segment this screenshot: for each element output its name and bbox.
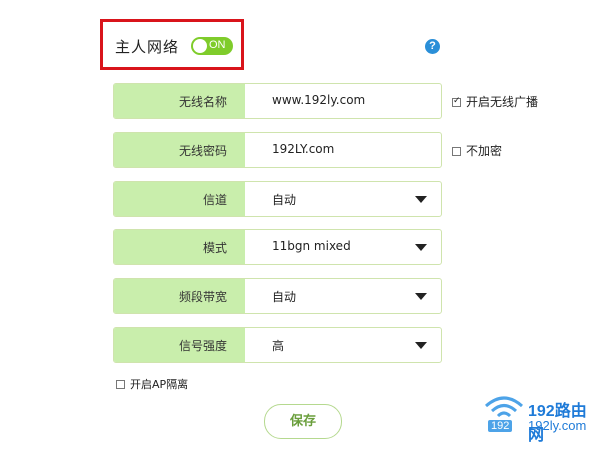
chevron-down-icon[interactable] xyxy=(415,293,427,300)
bandwidth-select[interactable]: 频段带宽 自动 xyxy=(113,278,442,314)
channel-select[interactable]: 信道 自动 xyxy=(113,181,442,217)
ssid-input[interactable]: www.192ly.com xyxy=(272,93,365,107)
chevron-down-icon[interactable] xyxy=(415,196,427,203)
signal-strength-select[interactable]: 信号强度 高 xyxy=(113,327,442,363)
question-circle-icon[interactable]: ? xyxy=(425,39,440,54)
wifi-icon xyxy=(485,396,523,418)
ssid-label-cell: 无线名称 xyxy=(114,84,245,118)
password-label-cell: 无线密码 xyxy=(114,133,245,167)
ap-isolation-checkbox[interactable] xyxy=(116,380,125,389)
password-row: 无线密码 192LY.com xyxy=(113,132,442,168)
section-title: 主人网络 xyxy=(115,38,180,56)
bandwidth-label-cell: 频段带宽 xyxy=(114,279,245,313)
broadcast-label: 开启无线广播 xyxy=(466,95,539,109)
highlight-box: 主人网络 ON xyxy=(100,19,244,70)
watermark-badge: 192 xyxy=(488,420,513,432)
save-button[interactable]: 保存 xyxy=(264,404,342,439)
password-input[interactable]: 192LY.com xyxy=(272,142,334,156)
broadcast-option[interactable]: 开启无线广播 xyxy=(452,93,538,110)
ap-isolation-label: 开启AP隔离 xyxy=(130,378,189,391)
toggle-label: ON xyxy=(209,39,226,51)
no-encrypt-checkbox[interactable] xyxy=(452,147,461,156)
ap-isolation-option[interactable]: 开启AP隔离 xyxy=(116,376,188,392)
master-network-toggle[interactable]: ON xyxy=(191,37,233,55)
watermark-logo: 192路由网 192 192ly.com xyxy=(482,392,600,444)
channel-label-cell: 信道 xyxy=(114,182,245,216)
mode-label: 模式 xyxy=(202,241,227,255)
mode-value: 11bgn mixed xyxy=(272,239,351,253)
toggle-knob xyxy=(193,39,207,53)
password-label: 无线密码 xyxy=(178,144,227,158)
bandwidth-label: 频段带宽 xyxy=(178,290,227,304)
signal-value: 高 xyxy=(272,339,285,353)
bandwidth-value: 自动 xyxy=(272,290,297,304)
channel-value: 自动 xyxy=(272,193,297,207)
channel-label: 信道 xyxy=(202,193,227,207)
no-encrypt-option[interactable]: 不加密 xyxy=(452,142,502,159)
mode-select[interactable]: 模式 11bgn mixed xyxy=(113,229,442,265)
chevron-down-icon[interactable] xyxy=(415,244,427,251)
broadcast-checkbox[interactable] xyxy=(452,96,461,107)
signal-label-cell: 信号强度 xyxy=(114,328,245,362)
watermark-domain: 192ly.com xyxy=(528,418,587,433)
no-encrypt-label: 不加密 xyxy=(466,144,503,158)
mode-label-cell: 模式 xyxy=(114,230,245,264)
ssid-label: 无线名称 xyxy=(178,95,227,109)
ssid-row: 无线名称 www.192ly.com xyxy=(113,83,442,119)
chevron-down-icon[interactable] xyxy=(415,342,427,349)
signal-label: 信号强度 xyxy=(178,339,227,353)
